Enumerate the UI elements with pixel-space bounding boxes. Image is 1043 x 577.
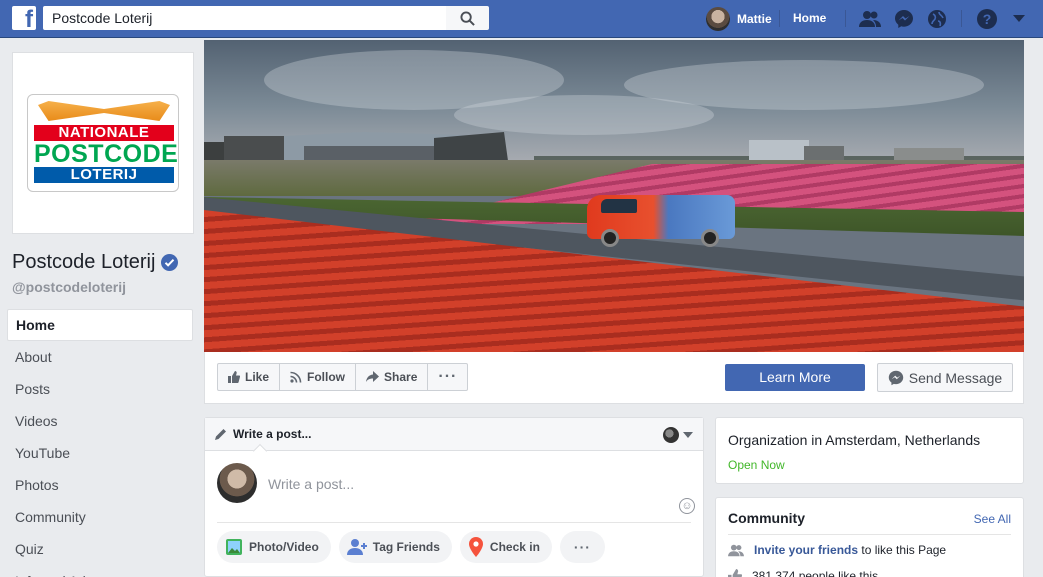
community-divider [728, 534, 1011, 535]
follow-button[interactable]: Follow [280, 364, 357, 390]
logo-text-loterij: LOTERIJ [34, 167, 174, 183]
top-navigation-bar: f Postcode Loterij Mattie Home ? [0, 0, 1043, 38]
nav-user-name: Mattie [737, 12, 772, 26]
sidebar-item-quiz[interactable]: Quiz [7, 533, 193, 565]
facebook-logo-letter: f [25, 6, 33, 33]
postcode-loterij-logo: NATIONALE POSTCODE LOTERIJ [27, 94, 179, 192]
sidebar-item-info-and-ads[interactable]: Info and Ads [7, 565, 193, 577]
sidebar-item-home[interactable]: Home [7, 309, 193, 341]
svg-text:?: ? [983, 11, 992, 27]
nav-profile-link[interactable]: Mattie [706, 6, 772, 32]
page-info-card: Organization in Amsterdam, Netherlands O… [715, 417, 1024, 484]
page-title-text: Postcode Loterij [12, 251, 156, 273]
page-likes-count: 381,374 people like this [752, 569, 879, 577]
messenger-icon[interactable] [893, 8, 915, 30]
search-icon [460, 10, 475, 26]
tag-friends-label: Tag Friends [372, 540, 440, 554]
sidebar-item-videos[interactable]: Videos [7, 405, 193, 437]
composer-header-label: Write a post... [233, 427, 312, 441]
search-button[interactable] [446, 6, 489, 30]
see-all-link[interactable]: See All [974, 512, 1011, 526]
community-title: Community [728, 510, 805, 526]
composer-user-avatar [217, 463, 257, 503]
composer-tab-notch [252, 443, 268, 459]
composer-more-button[interactable]: ··· [559, 531, 605, 563]
sidebar-item-youtube[interactable]: YouTube [7, 437, 193, 469]
send-message-button[interactable]: Send Message [877, 363, 1013, 392]
page-likes-row: 381,374 people like this [728, 569, 878, 577]
emoji-icon[interactable]: ☺ [679, 498, 695, 514]
post-composer: Write a post... Write a post... ☺ Photo/… [204, 417, 704, 577]
composer-header[interactable]: Write a post... [205, 418, 703, 459]
account-dropdown-icon[interactable] [1008, 8, 1030, 30]
share-button[interactable]: Share [356, 364, 429, 390]
page-category[interactable]: Organization in Amsterdam, Netherlands [728, 432, 980, 448]
share-button-label: Share [384, 370, 418, 384]
invite-friends-icon [728, 544, 744, 556]
sidebar-item-community[interactable]: Community [7, 501, 193, 533]
rss-follow-icon [290, 371, 302, 383]
logo-text-postcode: POSTCODE [34, 140, 179, 168]
photo-icon [226, 539, 242, 555]
more-options-icon: ··· [438, 368, 458, 385]
messenger-icon [888, 370, 903, 385]
check-in-button[interactable]: Check in [459, 531, 552, 563]
thumbs-up-icon [228, 371, 240, 383]
nav-divider [845, 10, 846, 27]
composer-options: Photo/Video Tag Friends Check in ··· [217, 531, 605, 563]
page-action-bar: Like Follow Share ··· Learn More Send Me… [204, 352, 1024, 404]
page-sidebar-nav: Home About Posts Videos YouTube Photos C… [7, 309, 193, 577]
chevron-down-icon [683, 431, 693, 438]
more-options-button[interactable]: ··· [428, 364, 467, 390]
photo-video-label: Photo/Video [249, 540, 319, 554]
nav-user-avatar [706, 7, 730, 31]
invite-friends-text: to like this Page [861, 543, 947, 557]
friend-requests-icon[interactable] [859, 8, 881, 30]
location-pin-icon [468, 537, 483, 557]
page-username[interactable]: @postcodeloterij [12, 279, 126, 295]
nav-divider [779, 10, 780, 27]
pencil-icon [215, 429, 226, 440]
share-arrow-icon [366, 371, 380, 382]
page-title[interactable]: Postcode Loterij [12, 251, 179, 274]
nav-divider [961, 10, 962, 27]
logo-ribbon [38, 101, 170, 121]
photo-video-button[interactable]: Photo/Video [217, 531, 331, 563]
facebook-logo-icon[interactable]: f [12, 6, 36, 33]
logo-text-nationale: NATIONALE [34, 125, 174, 141]
verified-badge-icon [161, 254, 179, 271]
like-button-label: Like [245, 370, 270, 384]
search-input[interactable]: Postcode Loterij [43, 6, 446, 30]
composer-text-input[interactable]: Write a post... [268, 476, 354, 492]
cover-van [587, 187, 737, 249]
tag-friends-button[interactable]: Tag Friends [338, 531, 452, 563]
open-status: Open Now [728, 458, 785, 472]
sidebar-item-posts[interactable]: Posts [7, 373, 193, 405]
learn-more-button[interactable]: Learn More [725, 364, 865, 391]
cover-video[interactable] [204, 40, 1024, 352]
profile-picture[interactable]: NATIONALE POSTCODE LOTERIJ [12, 52, 194, 234]
post-as-avatar-icon [663, 427, 679, 443]
notifications-globe-icon[interactable] [926, 8, 948, 30]
invite-friends-row: Invite your friends to like this Page [728, 543, 946, 557]
check-in-label: Check in [489, 540, 540, 554]
like-button[interactable]: Like [218, 364, 281, 390]
post-as-selector[interactable] [663, 427, 693, 443]
page-action-buttons: Like Follow Share ··· [217, 363, 469, 391]
follow-button-label: Follow [307, 370, 346, 384]
community-card: Community See All Invite your friends to… [715, 497, 1024, 577]
send-message-label: Send Message [908, 369, 1003, 386]
sidebar-item-photos[interactable]: Photos [7, 469, 193, 501]
invite-friends-link[interactable]: Invite your friends [754, 543, 858, 557]
thumbs-up-icon [728, 569, 742, 577]
help-icon[interactable]: ? [976, 8, 998, 30]
composer-divider [217, 522, 691, 523]
tag-friends-icon [346, 539, 367, 555]
sidebar-item-about[interactable]: About [7, 341, 193, 373]
nav-home-link[interactable]: Home [793, 11, 826, 25]
